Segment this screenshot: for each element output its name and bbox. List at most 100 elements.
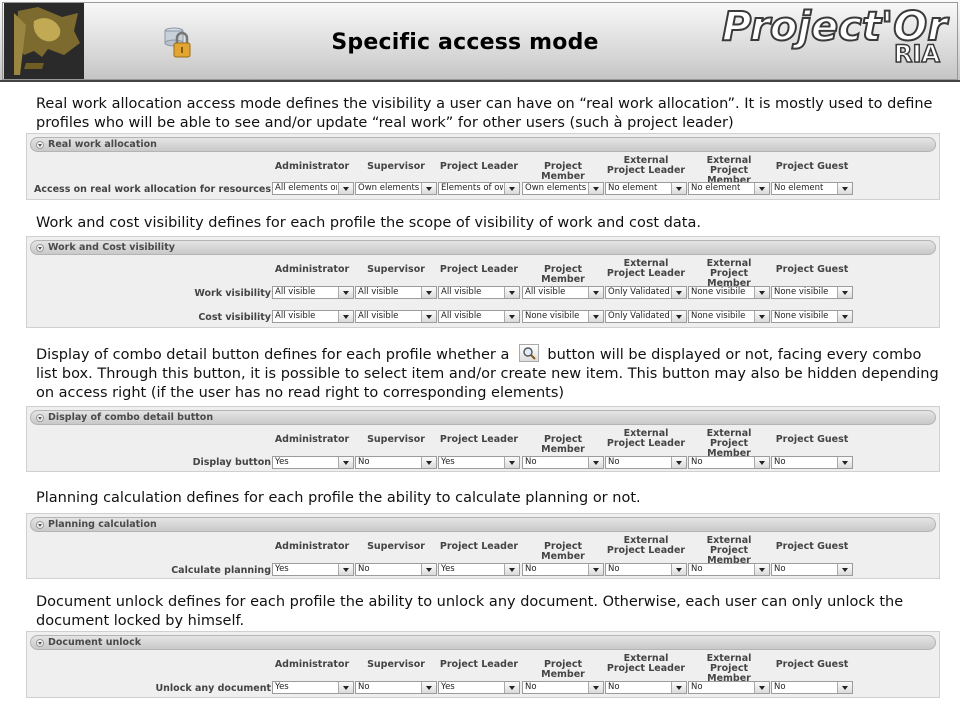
display-button-administrator-select[interactable]: Yes bbox=[272, 456, 354, 469]
dropdown-arrow-icon[interactable] bbox=[754, 183, 769, 194]
access-project-leader-select[interactable]: Elements of ow bbox=[438, 182, 520, 195]
work-visibility-administrator-select[interactable]: All visible bbox=[272, 286, 354, 299]
cost-visibility-project-member-select[interactable]: None visibile bbox=[522, 310, 604, 323]
dropdown-arrow-icon[interactable] bbox=[671, 311, 686, 322]
display-button-project-member-select[interactable]: No bbox=[522, 456, 604, 469]
display-button-external-member-select[interactable]: No bbox=[688, 456, 770, 469]
calc-planning-external-member-select[interactable]: No bbox=[688, 563, 770, 576]
display-button-external-leader-select[interactable]: No bbox=[605, 456, 687, 469]
unlock-document-administrator-select[interactable]: Yes bbox=[272, 681, 354, 694]
row-label: Calculate planning bbox=[171, 565, 271, 576]
dropdown-arrow-icon[interactable] bbox=[671, 682, 686, 693]
unlock-document-supervisor-select[interactable]: No bbox=[355, 681, 437, 694]
collapse-toggle-icon[interactable] bbox=[36, 521, 44, 529]
dropdown-arrow-icon[interactable] bbox=[421, 682, 436, 693]
dropdown-arrow-icon[interactable] bbox=[754, 311, 769, 322]
cost-visibility-supervisor-select[interactable]: All visible bbox=[355, 310, 437, 323]
panel-header[interactable]: Planning calculation bbox=[30, 517, 936, 532]
dropdown-arrow-icon[interactable] bbox=[837, 564, 852, 575]
unlock-document-external-member-select[interactable]: No bbox=[688, 681, 770, 694]
cost-visibility-administrator-select[interactable]: All visible bbox=[272, 310, 354, 323]
dropdown-arrow-icon[interactable] bbox=[754, 287, 769, 298]
dropdown-arrow-icon[interactable] bbox=[421, 287, 436, 298]
cost-visibility-project-leader-select[interactable]: All visible bbox=[438, 310, 520, 323]
panel-header[interactable]: Display of combo detail button bbox=[30, 410, 936, 425]
dropdown-arrow-icon[interactable] bbox=[504, 457, 519, 468]
cost-visibility-external-member-select[interactable]: None visibile bbox=[688, 310, 770, 323]
dropdown-arrow-icon[interactable] bbox=[837, 183, 852, 194]
collapse-toggle-icon[interactable] bbox=[36, 414, 44, 422]
dropdown-arrow-icon[interactable] bbox=[338, 682, 353, 693]
display-button-supervisor-select[interactable]: No bbox=[355, 456, 437, 469]
dropdown-arrow-icon[interactable] bbox=[338, 287, 353, 298]
dropdown-arrow-icon[interactable] bbox=[421, 183, 436, 194]
unlock-document-project-member-select[interactable]: No bbox=[522, 681, 604, 694]
access-external-member-select[interactable]: No element bbox=[688, 182, 770, 195]
unlock-document-guest-select[interactable]: No bbox=[771, 681, 853, 694]
cost-visibility-external-leader-select[interactable]: Only Validated bbox=[605, 310, 687, 323]
dropdown-arrow-icon[interactable] bbox=[504, 311, 519, 322]
calc-planning-guest-select[interactable]: No bbox=[771, 563, 853, 576]
dropdown-arrow-icon[interactable] bbox=[588, 564, 603, 575]
dropdown-arrow-icon[interactable] bbox=[754, 457, 769, 468]
dropdown-arrow-icon[interactable] bbox=[588, 183, 603, 194]
panel-header[interactable]: Work and Cost visibility bbox=[30, 240, 936, 255]
dropdown-arrow-icon[interactable] bbox=[837, 287, 852, 298]
dropdown-arrow-icon[interactable] bbox=[671, 183, 686, 194]
access-guest-select[interactable]: No element bbox=[771, 182, 853, 195]
dropdown-arrow-icon[interactable] bbox=[504, 564, 519, 575]
dropdown-arrow-icon[interactable] bbox=[588, 457, 603, 468]
calc-planning-project-member-select[interactable]: No bbox=[522, 563, 604, 576]
dropdown-arrow-icon[interactable] bbox=[421, 311, 436, 322]
work-visibility-supervisor-select[interactable]: All visible bbox=[355, 286, 437, 299]
collapse-toggle-icon[interactable] bbox=[36, 639, 44, 647]
panel-header[interactable]: Real work allocation bbox=[30, 137, 936, 152]
dropdown-arrow-icon[interactable] bbox=[338, 457, 353, 468]
dropdown-arrow-icon[interactable] bbox=[588, 287, 603, 298]
dropdown-arrow-icon[interactable] bbox=[421, 564, 436, 575]
dropdown-arrow-icon[interactable] bbox=[837, 682, 852, 693]
cost-visibility-guest-select[interactable]: None visibile bbox=[771, 310, 853, 323]
dropdown-arrow-icon[interactable] bbox=[421, 457, 436, 468]
work-visibility-project-member-select[interactable]: All visible bbox=[522, 286, 604, 299]
work-visibility-guest-select[interactable]: None visibile bbox=[771, 286, 853, 299]
dropdown-arrow-icon[interactable] bbox=[338, 183, 353, 194]
calc-planning-supervisor-select[interactable]: No bbox=[355, 563, 437, 576]
dropdown-arrow-icon[interactable] bbox=[837, 457, 852, 468]
dropdown-arrow-icon[interactable] bbox=[588, 311, 603, 322]
dropdown-arrow-icon[interactable] bbox=[504, 183, 519, 194]
calc-planning-external-leader-select[interactable]: No bbox=[605, 563, 687, 576]
dropdown-arrow-icon[interactable] bbox=[588, 682, 603, 693]
work-visibility-external-leader-select[interactable]: Only Validated bbox=[605, 286, 687, 299]
display-button-guest-select[interactable]: No bbox=[771, 456, 853, 469]
access-project-member-select[interactable]: Own elements bbox=[522, 182, 604, 195]
col-header-administrator: Administrator bbox=[274, 659, 350, 670]
collapse-toggle-icon[interactable] bbox=[36, 141, 44, 149]
dropdown-arrow-icon[interactable] bbox=[504, 287, 519, 298]
display-button-project-leader-select[interactable]: Yes bbox=[438, 456, 520, 469]
combo-detail-description: Display of combo detail button defines f… bbox=[36, 344, 946, 403]
dropdown-arrow-icon[interactable] bbox=[754, 564, 769, 575]
work-visibility-project-leader-select[interactable]: All visible bbox=[438, 286, 520, 299]
calc-planning-project-leader-select[interactable]: Yes bbox=[438, 563, 520, 576]
collapse-toggle-icon[interactable] bbox=[36, 244, 44, 252]
access-supervisor-select[interactable]: Own elements bbox=[355, 182, 437, 195]
dropdown-arrow-icon[interactable] bbox=[837, 311, 852, 322]
panel-work-cost-visibility: Work and Cost visibility Administrator S… bbox=[26, 236, 940, 328]
dropdown-arrow-icon[interactable] bbox=[671, 564, 686, 575]
dropdown-arrow-icon[interactable] bbox=[504, 682, 519, 693]
dropdown-arrow-icon[interactable] bbox=[338, 311, 353, 322]
dropdown-arrow-icon[interactable] bbox=[338, 564, 353, 575]
dropdown-arrow-icon[interactable] bbox=[671, 457, 686, 468]
unlock-document-external-leader-select[interactable]: No bbox=[605, 681, 687, 694]
col-header-external-project-leader: External Project Leader bbox=[606, 155, 686, 176]
dropdown-arrow-icon[interactable] bbox=[671, 287, 686, 298]
panel-header[interactable]: Document unlock bbox=[30, 635, 936, 650]
calc-planning-administrator-select[interactable]: Yes bbox=[272, 563, 354, 576]
dropdown-arrow-icon[interactable] bbox=[754, 682, 769, 693]
access-external-leader-select[interactable]: No element bbox=[605, 182, 687, 195]
unlock-document-project-leader-select[interactable]: Yes bbox=[438, 681, 520, 694]
combo-detail-button[interactable] bbox=[519, 344, 540, 362]
access-administrator-select[interactable]: All elements on bbox=[272, 182, 354, 195]
work-visibility-external-member-select[interactable]: None visibile bbox=[688, 286, 770, 299]
